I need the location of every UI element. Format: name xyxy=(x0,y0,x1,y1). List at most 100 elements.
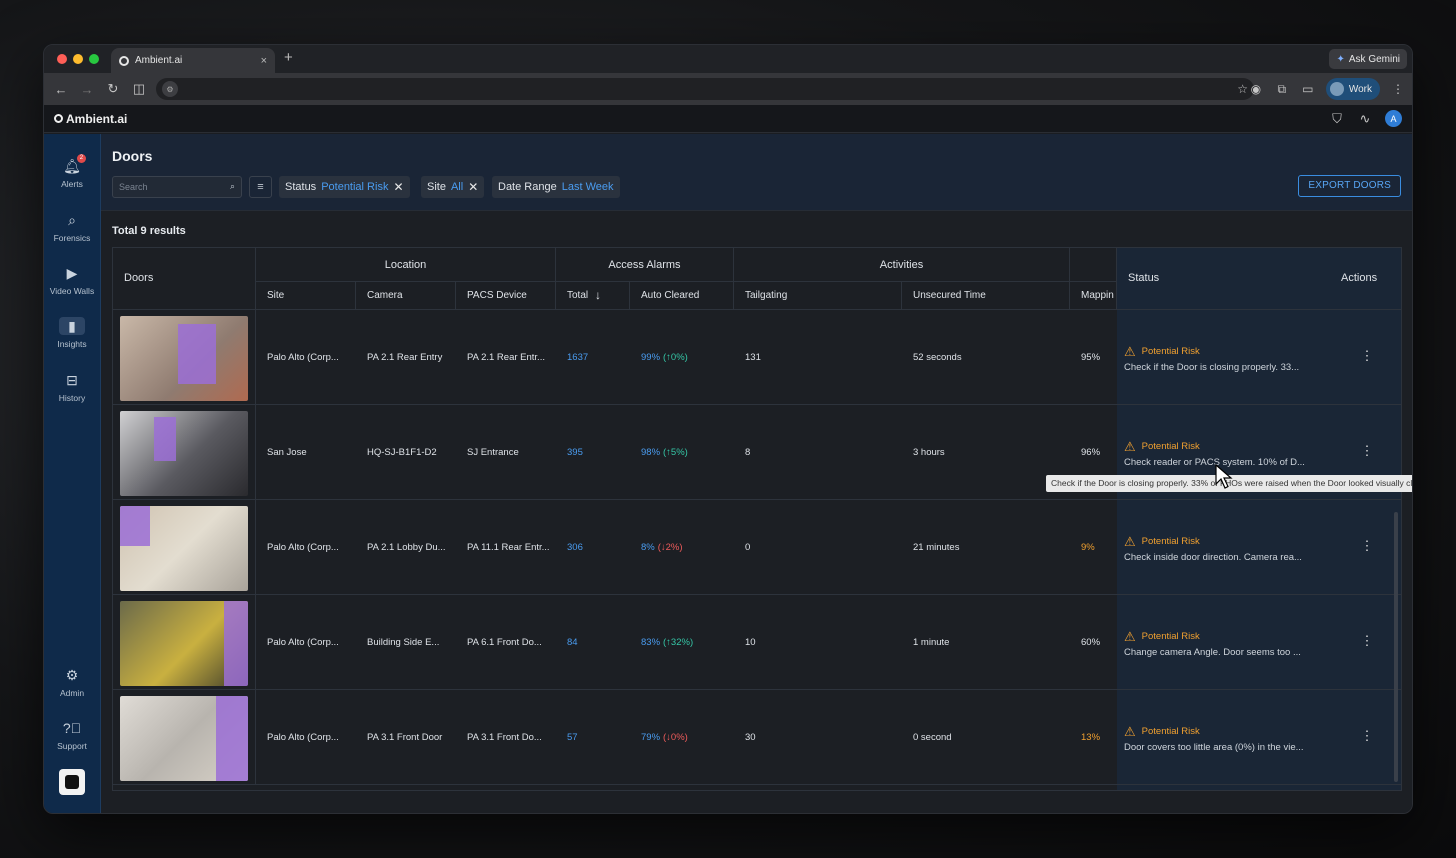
filter-chip-date-range[interactable]: Date Range Last Week xyxy=(492,176,620,198)
status-cell[interactable]: ⚠ Potential Risk Door covers too little ar… xyxy=(1124,725,1324,754)
status-cell[interactable]: ⚠ Potential Risk Check if the Door is clos… xyxy=(1124,345,1324,374)
activity-pulse-icon[interactable]: ∿ xyxy=(1357,111,1373,127)
ask-gemini-button[interactable]: ✦ Ask Gemini xyxy=(1329,49,1407,69)
bookmark-star-icon[interactable]: ☆ xyxy=(1237,82,1248,96)
app-header: Ambient.ai ⛉ ∿ A xyxy=(44,105,1412,133)
close-window-button[interactable] xyxy=(57,54,67,64)
table-row[interactable]: Palo Alto (Corp... PA 3.1 Front Door PA 3.… xyxy=(113,690,1401,785)
cast-icon[interactable]: ▭ xyxy=(1300,82,1316,96)
table-row[interactable]: Palo Alto (Corp... PA 2.1 Rear Entry PA 2.… xyxy=(113,310,1401,405)
door-camera-thumbnail[interactable] xyxy=(120,696,248,781)
ambient-logo-icon xyxy=(54,114,63,123)
sidebar-item-forensics[interactable]: ⌕ Forensics xyxy=(44,211,100,243)
col-mapping[interactable]: Mappin xyxy=(1070,282,1117,310)
header-doors-label: Doors xyxy=(124,272,154,284)
address-bar[interactable]: ⚙ ☆ xyxy=(156,78,1254,100)
door-thumbnail-cell[interactable] xyxy=(113,500,256,595)
filter-chip-site[interactable]: Site All ✕ xyxy=(421,176,485,198)
browser-menu-icon[interactable]: ⋮ xyxy=(1390,82,1406,96)
door-thumbnail-cell[interactable] xyxy=(113,690,256,785)
row-actions-menu-icon[interactable]: ⋮ xyxy=(1360,728,1374,744)
table-row[interactable]: Palo Alto (Corp... Building Side E... PA 6… xyxy=(113,595,1401,690)
auto-cleared-cell: 83% (↑32%) xyxy=(641,595,731,690)
sidebar-item-label: Forensics xyxy=(53,233,91,243)
table-row[interactable]: Palo Alto (Corp... PA 2.1 Lobby Du... PA 1… xyxy=(113,500,1401,595)
col-site-label: Site xyxy=(267,290,285,301)
sidebar-item-history[interactable]: ⊟ History xyxy=(44,371,100,403)
row-actions-menu-icon[interactable]: ⋮ xyxy=(1360,348,1374,364)
sidebar-item-video-walls[interactable]: ▶ Video Walls xyxy=(44,264,100,296)
extensions-icon[interactable]: ⧉ xyxy=(1274,82,1290,97)
browser-tab[interactable]: Ambient.ai × xyxy=(111,48,275,73)
search-input[interactable] xyxy=(113,177,218,197)
app-logo[interactable]: Ambient.ai xyxy=(54,112,127,126)
site-cell: Palo Alto (Corp... xyxy=(267,637,339,648)
filter-chip-status[interactable]: Status Potential Risk ✕ xyxy=(279,176,410,198)
table-scrollbar[interactable] xyxy=(1394,512,1398,782)
header-doors: Doors xyxy=(113,248,256,310)
new-tab-button[interactable]: + xyxy=(284,49,293,66)
col-auto-cleared[interactable]: Auto Cleared xyxy=(630,282,734,310)
remove-filter-icon[interactable]: ✕ xyxy=(393,180,403,194)
bell-icon: 🔔︎ 2 xyxy=(63,154,86,175)
total-alarms-link[interactable]: 395 xyxy=(567,405,627,500)
total-alarms-link[interactable]: 306 xyxy=(567,500,627,595)
window-controls xyxy=(57,54,99,64)
status-description: Door covers too little area (0%) in the … xyxy=(1124,742,1304,753)
col-tailgating[interactable]: Tailgating xyxy=(734,282,902,310)
unsecured-time-cell: 1 minute xyxy=(913,637,950,648)
door-thumbnail-cell[interactable] xyxy=(113,405,256,500)
split-view-icon[interactable]: ◫ xyxy=(126,81,152,97)
row-actions-menu-icon[interactable]: ⋮ xyxy=(1360,443,1374,459)
password-manager-icon[interactable]: ◉ xyxy=(1248,82,1264,96)
search-box[interactable]: ⌕ xyxy=(112,176,242,198)
mapping-cell: 9% xyxy=(1081,542,1095,553)
export-doors-button[interactable]: EXPORT DOORS xyxy=(1298,175,1401,197)
status-cell[interactable]: ⚠ Potential Risk Change camera Angle. Door… xyxy=(1124,630,1324,659)
maximize-window-button[interactable] xyxy=(89,54,99,64)
door-thumbnail-cell[interactable] xyxy=(113,310,256,405)
status-cell[interactable]: ⚠ Potential Risk Check inside door directi… xyxy=(1124,535,1324,564)
total-alarms-link[interactable]: 1637 xyxy=(567,310,627,405)
row-actions-menu-icon[interactable]: ⋮ xyxy=(1360,633,1374,649)
remove-filter-icon[interactable]: ✕ xyxy=(468,180,478,194)
reload-icon[interactable]: ↻ xyxy=(100,81,126,97)
profile-button[interactable]: Work xyxy=(1325,78,1380,100)
header-activities: Activities xyxy=(734,248,1070,282)
sidebar-item-admin[interactable]: ⚙ Admin xyxy=(44,666,100,698)
org-logo[interactable] xyxy=(59,769,85,795)
chip-value: Last Week xyxy=(561,181,614,193)
back-arrow-icon[interactable]: ← xyxy=(48,82,74,97)
status-label: Potential Risk xyxy=(1141,536,1200,547)
col-pacs[interactable]: PACS Device xyxy=(456,282,556,310)
minimize-window-button[interactable] xyxy=(73,54,83,64)
col-site[interactable]: Site xyxy=(256,282,356,310)
org-logo-icon xyxy=(65,775,79,789)
filter-button[interactable]: ≡ xyxy=(249,176,272,198)
auto-cleared-delta: (↑32%) xyxy=(663,637,694,648)
toolbar-actions: ◉ ⧉ ▭ Work ⋮ xyxy=(1248,78,1406,100)
tab-close-icon[interactable]: × xyxy=(261,55,267,67)
sidebar-item-alerts[interactable]: 🔔︎ 2 Alerts xyxy=(44,154,100,189)
col-total[interactable]: Total ↓ xyxy=(556,282,630,310)
door-camera-thumbnail[interactable] xyxy=(120,411,248,496)
sidebar-item-insights[interactable]: ▮ Insights xyxy=(44,317,100,349)
col-unsecured-time[interactable]: Unsecured Time xyxy=(902,282,1070,310)
shield-notification-icon[interactable]: ⛉ xyxy=(1329,111,1345,127)
forward-arrow-icon[interactable]: → xyxy=(74,82,100,97)
search-icon[interactable]: ⌕ xyxy=(230,181,235,192)
door-camera-thumbnail[interactable] xyxy=(120,601,248,686)
door-thumbnail-cell[interactable] xyxy=(113,595,256,690)
total-alarms-link[interactable]: 84 xyxy=(567,595,627,690)
door-camera-thumbnail[interactable] xyxy=(120,316,248,401)
door-camera-thumbnail[interactable] xyxy=(120,506,248,591)
row-actions-menu-icon[interactable]: ⋮ xyxy=(1360,538,1374,554)
tailgating-cell: 10 xyxy=(745,637,756,648)
col-camera[interactable]: Camera xyxy=(356,282,456,310)
sort-down-icon[interactable]: ↓ xyxy=(595,288,601,302)
user-avatar[interactable]: A xyxy=(1385,110,1402,127)
sidebar-item-support[interactable]: ?⃝ Support xyxy=(44,719,100,751)
chart-icon: ▮ xyxy=(59,317,85,335)
total-alarms-link[interactable]: 57 xyxy=(567,690,627,785)
site-settings-icon[interactable]: ⚙ xyxy=(162,81,178,97)
